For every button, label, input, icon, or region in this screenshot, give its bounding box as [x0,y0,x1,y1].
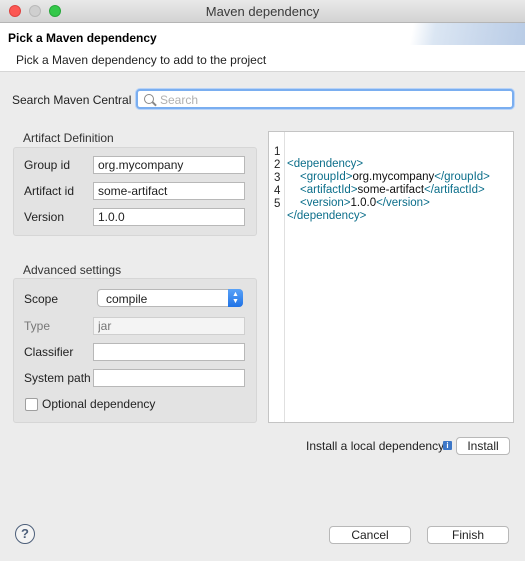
xml-line: 2 <groupId>org.mycompany</groupId> [269,147,490,183]
xml-tag: <dependency> [287,158,364,170]
xml-code: <groupId>org.mycompany</groupId> [300,171,490,183]
cancel-button[interactable]: Cancel [329,526,411,544]
scope-value: compile [106,292,148,306]
search-icon [144,94,154,104]
optional-dependency-label: Optional dependency [42,397,156,411]
xml-code: <dependency> [287,158,363,170]
xml-tag: <version> [300,197,351,209]
xml-text: some-artifact [357,184,425,196]
classifier-input[interactable] [93,343,245,361]
xml-tag: <groupId> [300,171,353,183]
title-bar: Maven dependency [0,0,525,23]
artifact-id-label: Artifact id [24,184,75,198]
xml-line: 3 <artifactId>some-artifact</artifactId> [269,160,485,196]
window-title: Maven dependency [205,4,320,19]
advanced-group-title: Advanced settings [23,263,122,277]
xml-text: 1.0.0 [350,197,377,209]
xml-tag: </version> [376,197,430,209]
scope-select[interactable]: compile ▲ ▼ [97,289,243,307]
type-input [93,317,245,335]
wizard-header: Pick a Maven dependency Pick a Maven dep… [0,23,525,72]
xml-code: <version>1.0.0</version> [300,197,430,209]
install-local-label: Install a local dependency [306,439,445,453]
optional-dependency-checkbox[interactable] [25,398,38,411]
xml-text: org.mycompany [352,171,435,183]
system-path-label: System path [24,371,91,385]
search-input[interactable] [158,92,502,108]
header-banner-graphic [375,23,525,45]
xml-tag: </artifactId> [424,184,485,196]
updown-chevron-icon: ▲ ▼ [228,289,243,307]
search-field[interactable] [136,89,514,109]
page-description: Pick a Maven dependency to add to the pr… [16,53,267,67]
xml-line: 4 <version>1.0.0</version> [269,173,430,209]
page-title: Pick a Maven dependency [8,31,157,45]
artifact-group-title: Artifact Definition [23,131,114,145]
xml-tag: </groupId> [434,171,490,183]
line-number: 5 [274,198,281,210]
xml-tag: <artifactId> [300,184,358,196]
version-label: Version [24,210,65,224]
xml-preview[interactable]: 1 <dependency> 2 <groupId>org.mycompany<… [268,131,514,423]
info-icon[interactable]: i [443,441,452,450]
classifier-label: Classifier [24,345,74,359]
search-label: Search Maven Central [12,93,132,107]
group-id-label: Group id [24,158,71,172]
version-input[interactable] [93,208,245,226]
artifact-id-input[interactable] [93,182,245,200]
xml-line: 1 <dependency> [269,134,363,170]
xml-line: 5 </dependency> [269,186,366,222]
xml-code: </dependency> [287,210,366,222]
type-label: Type [24,319,51,333]
finish-button[interactable]: Finish [427,526,509,544]
group-id-input[interactable] [93,156,245,174]
install-button[interactable]: Install [456,437,510,455]
xml-code: <artifactId>some-artifact</artifactId> [300,184,485,196]
scope-label: Scope [24,292,59,306]
xml-tag: </dependency> [287,210,367,222]
system-path-input[interactable] [93,369,245,387]
help-icon[interactable]: ? [15,524,35,544]
